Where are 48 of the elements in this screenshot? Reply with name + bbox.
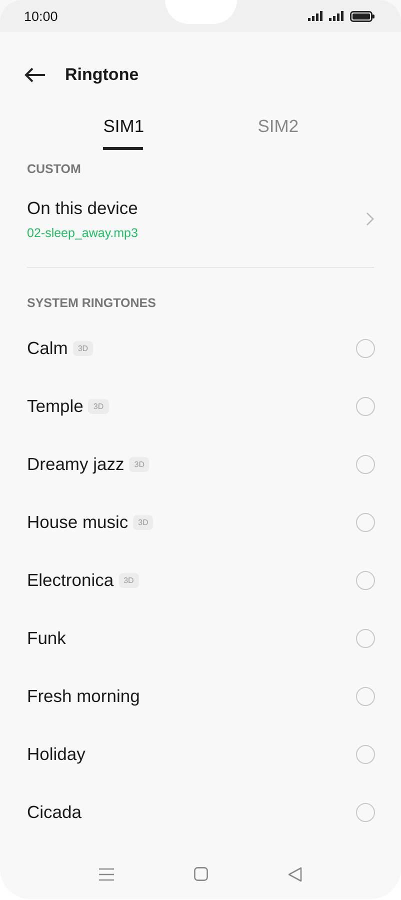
ringtone-row[interactable]: House music 3D: [0, 493, 401, 551]
radio-button[interactable]: [356, 570, 375, 590]
custom-ringtone-row[interactable]: On this device 02-sleep_away.mp3: [0, 198, 401, 240]
radio-button[interactable]: [356, 628, 375, 648]
ringtone-name: Calm: [27, 338, 68, 358]
radio-button[interactable]: [356, 396, 375, 416]
sim-tab[interactable]: SIM1: [103, 116, 144, 150]
ringtone-name: Funk: [27, 628, 66, 648]
ringtone-row[interactable]: Holiday: [0, 725, 401, 783]
home-icon[interactable]: [194, 867, 208, 881]
ringtone-row[interactable]: Cicada: [0, 783, 401, 841]
menu-icon[interactable]: [99, 868, 114, 880]
back-arrow-icon[interactable]: [24, 67, 46, 83]
radio-button[interactable]: [356, 454, 375, 474]
ringtone-name: Cicada: [27, 802, 82, 822]
ringtone-name: House music: [27, 512, 128, 532]
ringtone-name: Temple: [27, 396, 84, 416]
ringtone-name: Dreamy jazz: [27, 454, 124, 474]
ringtone-row[interactable]: Dreamy jazz 3D: [0, 435, 401, 493]
3d-badge: 3D: [129, 456, 150, 472]
ringtone-name: Electronica: [27, 570, 114, 590]
ringtone-row[interactable]: Funk: [0, 609, 401, 667]
radio-button[interactable]: [356, 802, 375, 822]
ringtone-name: Holiday: [27, 744, 86, 764]
ringtone-name: Fresh morning: [27, 686, 140, 706]
radio-button[interactable]: [356, 512, 375, 532]
file-name: 02-sleep_away.mp3: [27, 226, 138, 240]
radio-button[interactable]: [356, 338, 375, 358]
ringtone-row[interactable]: Fresh morning: [0, 667, 401, 725]
3d-badge: 3D: [118, 572, 139, 588]
section-heading: SYSTEM RINGTONES: [26, 296, 157, 310]
3d-badge: 3D: [88, 398, 109, 414]
radio-button[interactable]: [356, 744, 375, 764]
status-time: 10:00: [24, 8, 58, 24]
page-title: Ringtone: [65, 65, 139, 85]
3d-badge: 3D: [72, 340, 94, 356]
radio-button[interactable]: [356, 686, 375, 706]
section-heading: CUSTOM: [26, 162, 82, 176]
signal-icon: [329, 11, 346, 21]
ringtone-row[interactable]: Temple 3D: [0, 377, 401, 435]
signal-icon: [308, 11, 325, 21]
battery-icon: [350, 10, 375, 22]
custom-title: On this device: [27, 198, 138, 219]
ringtone-row[interactable]: Electronica 3D: [0, 551, 401, 609]
back-triangle-icon[interactable]: [288, 866, 302, 882]
3d-badge: 3D: [133, 514, 154, 530]
chevron-right-icon: [366, 212, 374, 226]
ringtone-row[interactable]: Calm 3D: [0, 319, 401, 377]
